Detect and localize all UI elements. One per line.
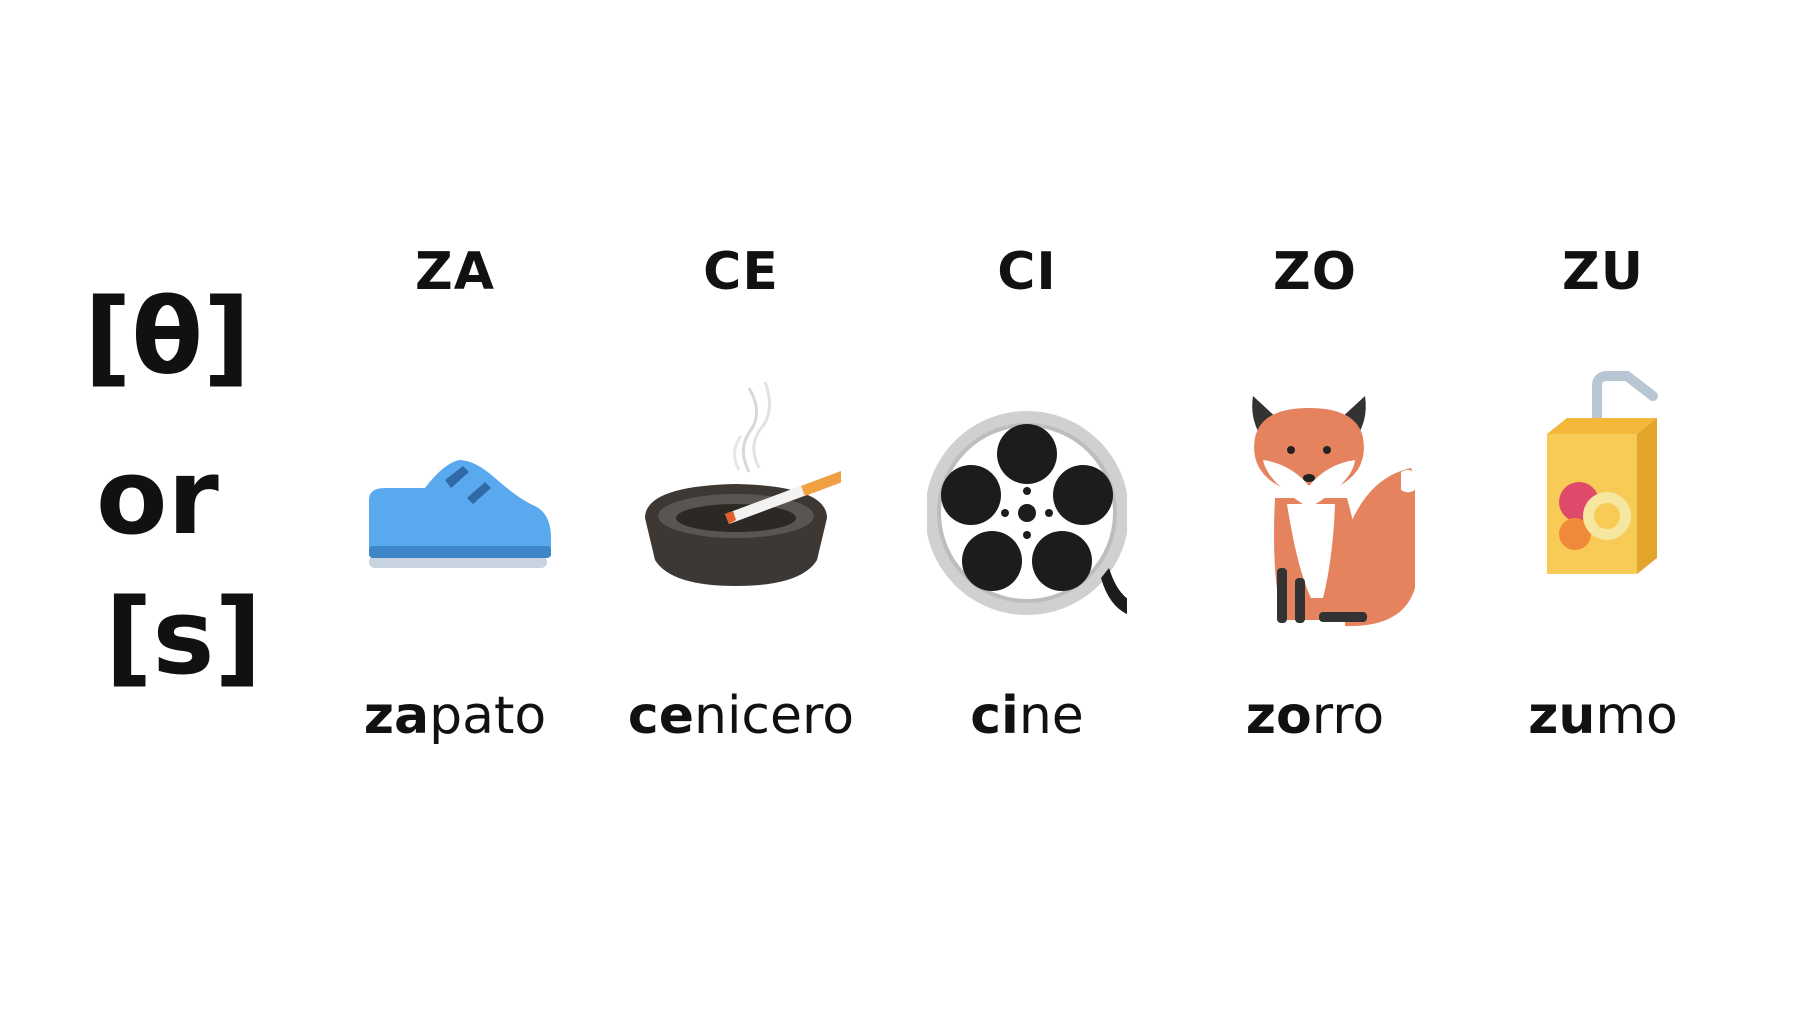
phoneme-s: [s] [105, 576, 262, 698]
word-rest: pato [429, 686, 547, 746]
phoneme-theta: [θ] [84, 276, 251, 398]
word: zapato [335, 690, 575, 742]
word: cine [907, 690, 1147, 742]
column-ci: CI cine [907, 0, 1147, 1024]
word-rest: mo [1595, 686, 1678, 746]
ashtray-icon [641, 368, 841, 638]
word-highlight: ci [970, 686, 1019, 746]
column-zu: ZU zumo [1483, 0, 1723, 1024]
syllable-label: ZU [1562, 242, 1644, 302]
word: cenicero [621, 690, 861, 742]
film-reel-icon [927, 368, 1127, 638]
phoneme-or: or [96, 436, 219, 558]
fox-icon [1215, 368, 1415, 638]
word-rest: ne [1018, 686, 1084, 746]
word-highlight: zo [1245, 686, 1312, 746]
shoe-icon [355, 368, 555, 638]
syllable-label: CE [703, 242, 779, 302]
word-rest: nicero [694, 686, 855, 746]
word-rest: rro [1311, 686, 1385, 746]
column-za: ZA zapato [335, 0, 575, 1024]
word-highlight: za [363, 686, 430, 746]
word-highlight: ce [627, 686, 695, 746]
word-highlight: zu [1528, 686, 1596, 746]
column-ce: CE cenicero [621, 0, 861, 1024]
syllable-label: CI [997, 242, 1057, 302]
syllable-label: ZA [415, 242, 495, 302]
juice-box-icon [1503, 368, 1703, 638]
column-zo: ZO zorro [1195, 0, 1435, 1024]
word: zorro [1195, 690, 1435, 742]
word: zumo [1483, 690, 1723, 742]
syllable-label: ZO [1273, 242, 1357, 302]
